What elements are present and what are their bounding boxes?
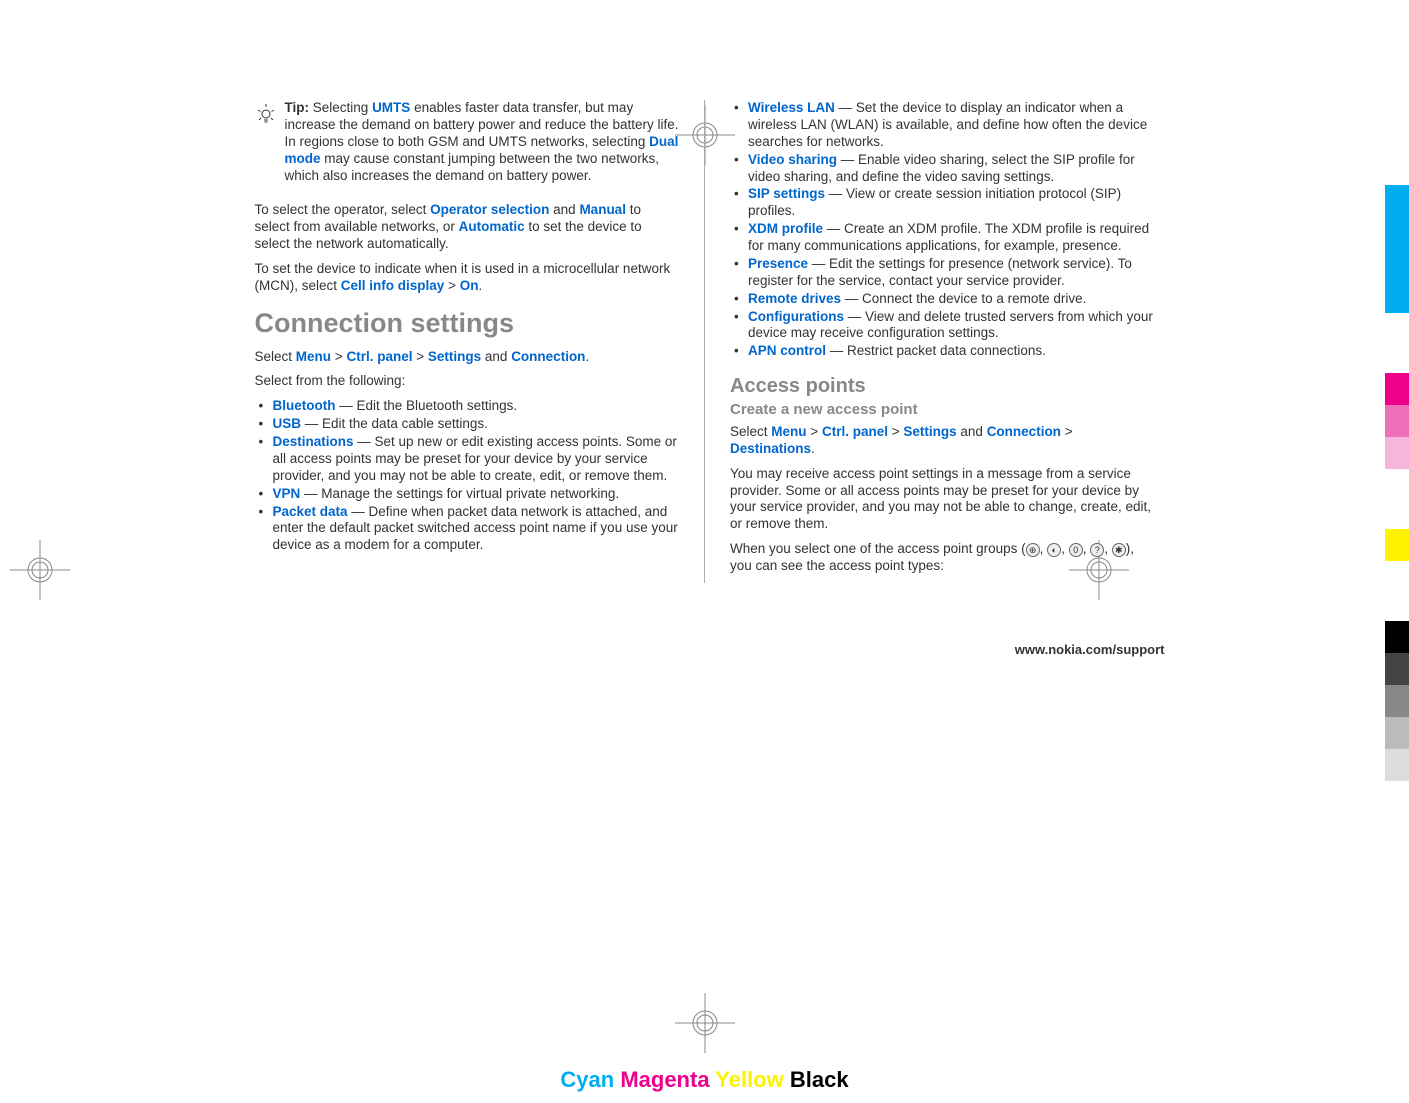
tip-label: Tip: (285, 100, 310, 115)
list-item: XDM profile — Create an XDM profile. The… (730, 221, 1155, 255)
list-item: Wireless LAN — Set the device to display… (730, 100, 1155, 151)
access-points-heading: Access points (730, 374, 1155, 399)
list-item: Destinations — Set up new or edit existi… (255, 434, 680, 485)
tip-block: Tip: Selecting UMTS enables faster data … (255, 100, 680, 192)
world-icon: ✱ (1112, 543, 1126, 557)
operator-paragraph: To select the operator, select Operator … (255, 202, 680, 253)
right-column: Wireless LAN — Set the device to display… (730, 100, 1155, 583)
page-content: Tip: Selecting UMTS enables faster data … (245, 100, 1165, 583)
magenta-label: Magenta (620, 1067, 709, 1092)
list-item: Remote drives — Connect the device to a … (730, 291, 1155, 308)
zero-icon: 0 (1069, 543, 1083, 557)
list-item: VPN — Manage the settings for virtual pr… (255, 486, 680, 503)
list-item: Presence — Edit the settings for presenc… (730, 256, 1155, 290)
tip-icon (255, 102, 277, 192)
conn-select-path: Select Menu > Ctrl. panel > Settings and… (255, 349, 680, 366)
connection-settings-heading: Connection settings (255, 307, 680, 341)
black-label: Black (790, 1067, 849, 1092)
side-color-tabs (1385, 185, 1409, 781)
left-column: Tip: Selecting UMTS enables faster data … (255, 100, 680, 583)
list-item: Packet data — Define when packet data ne… (255, 504, 680, 555)
column-divider (704, 100, 705, 583)
list-item: APN control — Restrict packet data conne… (730, 343, 1155, 360)
tip-text: Tip: Selecting UMTS enables faster data … (285, 100, 680, 184)
list-item: USB — Edit the data cable settings. (255, 416, 680, 433)
mcn-paragraph: To set the device to indicate when it is… (255, 261, 680, 295)
registration-mark-bottom (675, 993, 735, 1053)
footer-url: www.nokia.com/support (1015, 642, 1165, 658)
list-item: SIP settings — View or create session in… (730, 186, 1155, 220)
left-options-list: Bluetooth — Edit the Bluetooth settings.… (255, 398, 680, 554)
question-icon: ? (1090, 543, 1104, 557)
create-access-point-heading: Create a new access point (730, 401, 1155, 420)
cyan-label: Cyan (560, 1067, 614, 1092)
ap-paragraph-2: When you select one of the access point … (730, 541, 1155, 575)
group-icon: ◐ (1047, 543, 1061, 557)
print-color-bar: Cyan Magenta Yellow Black (560, 1067, 848, 1093)
yellow-label: Yellow (715, 1067, 783, 1092)
registration-mark-left (10, 540, 70, 600)
ap-paragraph-1: You may receive access point settings in… (730, 466, 1155, 534)
list-item: Configurations — View and delete trusted… (730, 309, 1155, 343)
right-options-list: Wireless LAN — Set the device to display… (730, 100, 1155, 360)
list-item: Video sharing — Enable video sharing, se… (730, 152, 1155, 186)
ap-select-path: Select Menu > Ctrl. panel > Settings and… (730, 424, 1155, 458)
globe-icon: ⊕ (1026, 543, 1040, 557)
list-item: Bluetooth — Edit the Bluetooth settings. (255, 398, 680, 415)
select-from-text: Select from the following: (255, 373, 680, 390)
